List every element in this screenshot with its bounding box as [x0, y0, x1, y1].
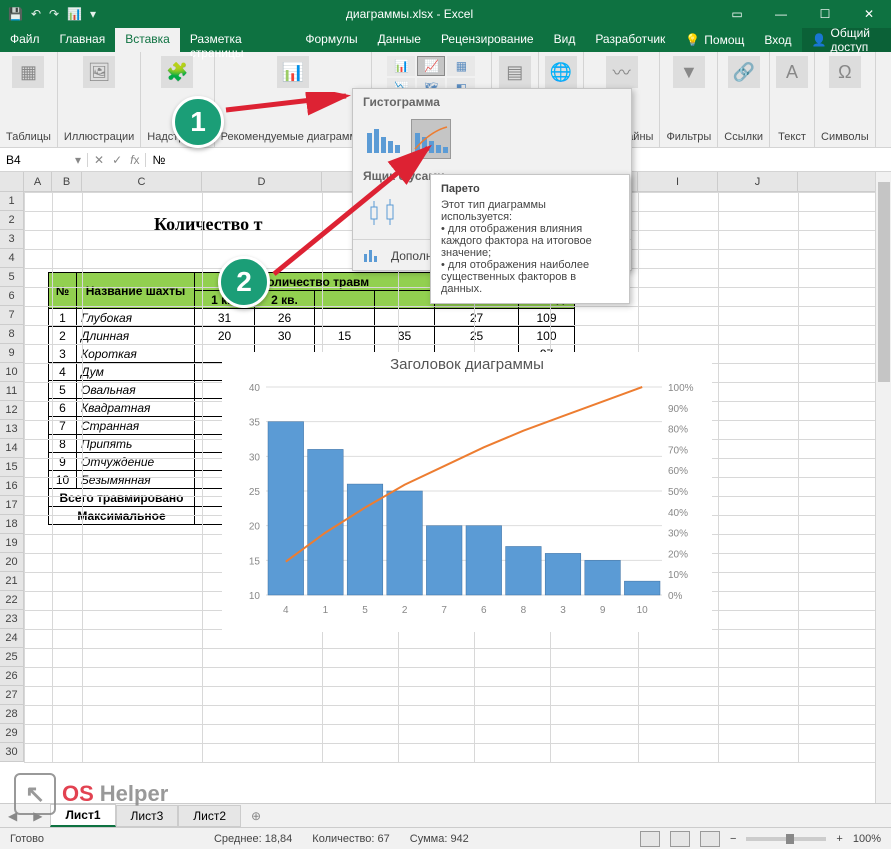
chart-qat-icon[interactable]: 📊: [67, 7, 82, 21]
svg-text:30%: 30%: [668, 529, 688, 540]
group-links[interactable]: 🔗Ссылки: [718, 52, 770, 147]
svg-text:50%: 50%: [668, 487, 688, 498]
titlebar: 💾 ↶ ↷ 📊 ▾ диаграммы.xlsx - Excel ▭ — ☐ ✕: [0, 0, 891, 28]
undo-icon[interactable]: ↶: [31, 7, 41, 21]
svg-text:3: 3: [560, 605, 566, 616]
statusbar: Готово Среднее: 18,84 Количество: 67 Сум…: [0, 827, 891, 849]
group-filters[interactable]: ▼Фильтры: [660, 52, 718, 147]
svg-text:2: 2: [402, 605, 408, 616]
watermark: ↖ OSHelper: [14, 773, 168, 815]
svg-text:8: 8: [521, 605, 527, 616]
tab-pagelayout[interactable]: Разметка страницы: [180, 28, 296, 52]
callout-1: 1: [172, 96, 224, 148]
tab-view[interactable]: Вид: [544, 28, 586, 52]
group-tables[interactable]: ▦Таблицы: [0, 52, 58, 147]
ribbon-options-icon[interactable]: ▭: [715, 0, 759, 28]
signin[interactable]: Вход: [754, 28, 801, 52]
dropdown-section-histogram: Гистограмма: [353, 89, 631, 115]
tab-home[interactable]: Главная: [50, 28, 116, 52]
maximize-icon[interactable]: ☐: [803, 0, 847, 28]
view-normal[interactable]: [640, 831, 660, 847]
svg-text:5: 5: [362, 605, 368, 616]
close-icon[interactable]: ✕: [847, 0, 891, 28]
svg-text:4: 4: [283, 605, 289, 616]
svg-text:10: 10: [637, 605, 649, 616]
zoom-slider[interactable]: [746, 837, 826, 841]
enter-fx-icon[interactable]: ✓: [112, 153, 122, 167]
zoom-out[interactable]: −: [730, 833, 736, 845]
tab-insert[interactable]: Вставка: [115, 28, 180, 52]
svg-text:60%: 60%: [668, 466, 688, 477]
name-box[interactable]: B4▾: [0, 153, 88, 167]
sheet-tab-3[interactable]: Лист2: [178, 805, 241, 827]
sheet-title: Количество т: [154, 214, 263, 235]
svg-text:6: 6: [481, 605, 487, 616]
redo-icon[interactable]: ↷: [49, 7, 59, 21]
row-headers[interactable]: 1234567891011121314151617181920212223242…: [0, 192, 24, 762]
window-title: диаграммы.xlsx - Excel: [104, 7, 715, 21]
zoom-in[interactable]: +: [836, 833, 842, 845]
share[interactable]: 👤 Общий доступ: [802, 28, 891, 52]
svg-text:1: 1: [323, 605, 329, 616]
pareto-tooltip: Парето Этот тип диаграммы используется: …: [430, 174, 630, 304]
tab-review[interactable]: Рецензирование: [431, 28, 544, 52]
qat-dropdown-icon[interactable]: ▾: [90, 7, 96, 21]
vertical-scrollbar[interactable]: [875, 172, 891, 806]
svg-text:10%: 10%: [668, 570, 688, 581]
zoom-level[interactable]: 100%: [853, 833, 881, 845]
group-illustrations[interactable]: 🖼Иллюстрации: [58, 52, 141, 147]
svg-text:0%: 0%: [668, 591, 683, 602]
svg-text:100%: 100%: [668, 383, 694, 394]
cancel-fx-icon[interactable]: ✕: [94, 153, 104, 167]
chart-preview: Заголовок диаграммы 101520253035400%10%2…: [222, 352, 712, 632]
svg-text:20: 20: [249, 522, 261, 533]
tab-data[interactable]: Данные: [368, 28, 431, 52]
tab-developer[interactable]: Разработчик: [585, 28, 675, 52]
chart-bar-icon[interactable]: 📊: [387, 56, 415, 76]
tell-me[interactable]: 💡 Помощ: [675, 28, 754, 52]
svg-text:20%: 20%: [668, 549, 688, 560]
fx-icon[interactable]: fx: [130, 153, 139, 167]
group-symbols[interactable]: ΩСимволы: [815, 52, 876, 147]
svg-text:40: 40: [249, 383, 261, 394]
svg-text:30: 30: [249, 452, 261, 463]
svg-text:70%: 70%: [668, 445, 688, 456]
svg-text:10: 10: [249, 591, 261, 602]
chart-hierarchy-icon[interactable]: ▦: [447, 56, 475, 76]
group-text[interactable]: AТекст: [770, 52, 815, 147]
status-ready: Готово: [0, 833, 54, 845]
minimize-icon[interactable]: —: [759, 0, 803, 28]
add-sheet-button[interactable]: ⊕: [241, 809, 271, 823]
svg-text:15: 15: [249, 556, 261, 567]
tab-formulas[interactable]: Формулы: [295, 28, 367, 52]
svg-text:90%: 90%: [668, 404, 688, 415]
chart-statistical-icon[interactable]: 📈: [417, 56, 445, 76]
svg-text:35: 35: [249, 418, 261, 429]
view-layout[interactable]: [670, 831, 690, 847]
cursor-icon: ↖: [14, 773, 56, 815]
tooltip-body: Этот тип диаграммы используется: • для о…: [441, 199, 619, 295]
callout-2: 2: [218, 256, 270, 308]
svg-text:40%: 40%: [668, 508, 688, 519]
svg-text:7: 7: [441, 605, 447, 616]
svg-text:80%: 80%: [668, 425, 688, 436]
save-icon[interactable]: 💾: [8, 7, 23, 21]
chart-title: Заголовок диаграммы: [222, 352, 712, 381]
svg-text:25: 25: [249, 487, 261, 498]
svg-text:9: 9: [600, 605, 606, 616]
view-pagebreak[interactable]: [700, 831, 720, 847]
tab-file[interactable]: Файл: [0, 28, 50, 52]
menubar: Файл Главная Вставка Разметка страницы Ф…: [0, 28, 891, 52]
